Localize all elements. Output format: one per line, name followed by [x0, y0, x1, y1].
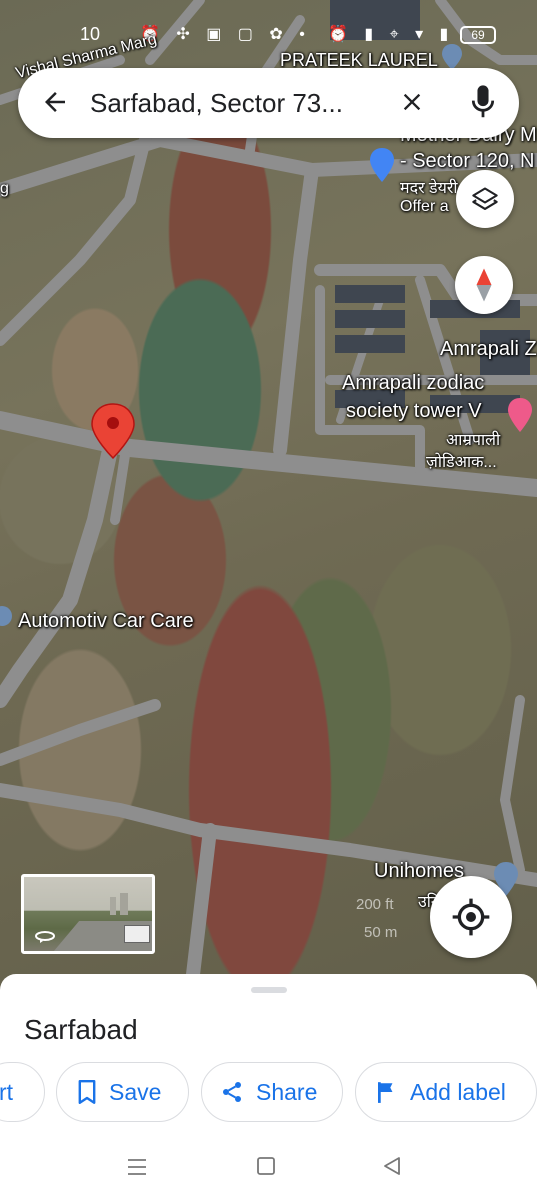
save-button[interactable]: Save [56, 1062, 189, 1122]
street-building [110, 897, 116, 915]
poi-label-amrapali-zodiac[interactable]: Amrapali zodiac [342, 372, 484, 395]
share-icon [223, 1082, 241, 1102]
scale-feet: 200 ft [356, 896, 394, 913]
rotate-360-icon [35, 931, 55, 943]
compass-button[interactable] [455, 256, 513, 314]
street-vehicle [124, 925, 150, 943]
search-bar[interactable]: Sarfabad, Sector 73... [18, 68, 519, 138]
poi-label-mother-dairy-hindi[interactable]: मदर डेयरी [400, 176, 458, 198]
microphone-icon[interactable] [470, 84, 496, 120]
search-query[interactable]: Sarfabad, Sector 73... [90, 88, 390, 119]
poi-label-amrapali-hindi-line2[interactable]: ज़ोडिआक... [426, 450, 497, 472]
poi-label-unihomes[interactable]: Unihomes [374, 860, 464, 883]
recents-menu-icon[interactable] [126, 1156, 148, 1178]
notification-icons: ⏰ ✣ ▣ ▢ ✿ • [140, 26, 311, 43]
poi-label-amrapali-zodiac-line2[interactable]: society tower V [346, 400, 482, 423]
system-nav-bar [0, 1140, 537, 1200]
battery-icon: 69 [460, 26, 496, 44]
drag-handle[interactable] [251, 987, 287, 993]
bookmark-icon [78, 1080, 96, 1104]
poi-label-amrapali-hindi[interactable]: आम्रपाली [446, 428, 500, 450]
directions-button[interactable]: rt [0, 1062, 45, 1122]
street-view-thumbnail[interactable] [21, 874, 155, 954]
share-label: Share [256, 1078, 318, 1105]
system-status-icons: ⏰ ▮ ⌖ ▾ ▮ [328, 26, 455, 43]
share-button[interactable]: Share [201, 1062, 343, 1122]
compass-icon [476, 268, 492, 302]
place-title: Sarfabad [24, 1014, 138, 1045]
edge-label: g [0, 180, 9, 197]
layers-button[interactable] [456, 170, 514, 228]
poi-label-mother-dairy-offer[interactable]: Offer a [400, 198, 449, 216]
save-label: Save [109, 1078, 162, 1105]
add-label-text: Add label [410, 1078, 506, 1105]
directions-label: rt [0, 1078, 14, 1105]
clock: 10 [80, 24, 101, 44]
layers-icon [472, 187, 498, 210]
close-icon[interactable] [398, 88, 426, 116]
back-triangle-icon[interactable] [382, 1156, 402, 1176]
street-building [120, 893, 128, 915]
flag-icon [378, 1082, 393, 1103]
poi-label-mother-dairy-line2[interactable]: - Sector 120, N [400, 150, 535, 173]
poi-label-amrapali-z[interactable]: Amrapali Z [440, 338, 537, 361]
home-square-icon[interactable] [256, 1156, 276, 1176]
my-location-button[interactable] [430, 876, 512, 958]
arrow-back-icon[interactable] [40, 87, 70, 117]
scale-meters: 50 m [364, 924, 398, 941]
add-label-button[interactable]: Add label [355, 1062, 537, 1122]
status-bar: 10 ⏰ ✣ ▣ ▢ ✿ • ⏰ ▮ ⌖ ▾ ▮ 69 [0, 18, 537, 50]
crosshair-icon [452, 898, 490, 936]
poi-label-car-care[interactable]: Automotiv Car Care [18, 610, 194, 633]
